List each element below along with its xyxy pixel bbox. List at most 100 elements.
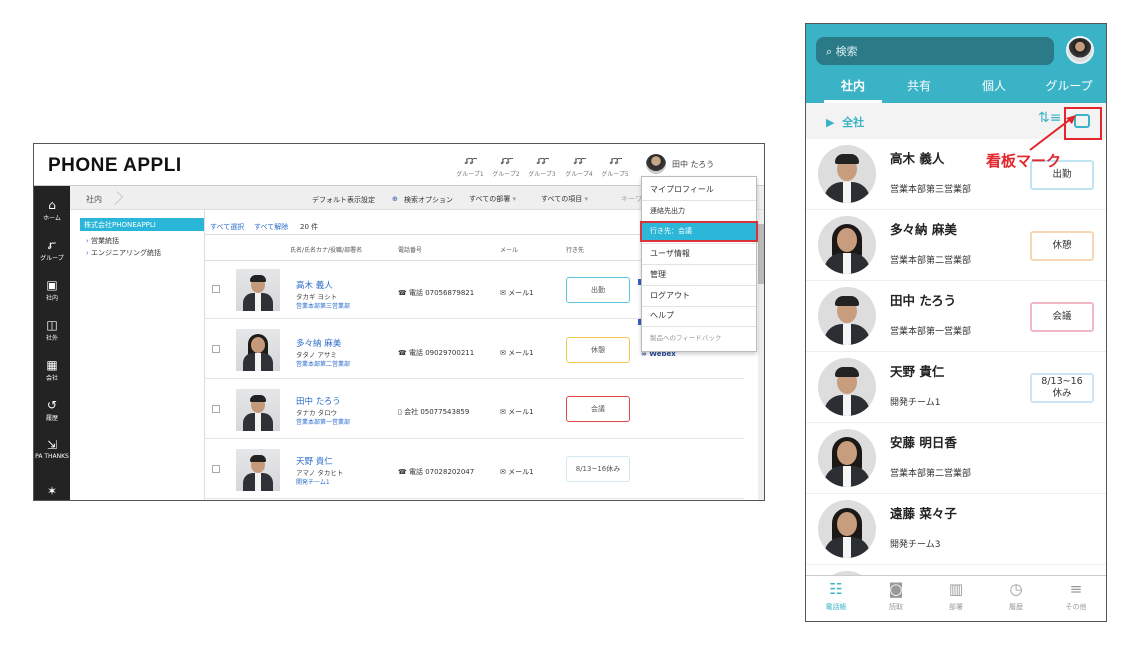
column-header-phone[interactable]: 電話番号	[398, 245, 422, 254]
tab-internal[interactable]: 社内	[823, 77, 883, 94]
tab-shared[interactable]: 共有	[889, 77, 949, 94]
status-badge[interactable]: 出勤	[566, 277, 630, 303]
phone-number[interactable]: ☎ 電話 09029700211	[398, 348, 474, 358]
deselect-all-link[interactable]: すべて解除	[254, 222, 288, 232]
sidebar-item-history[interactable]: ↺ 履歴	[34, 398, 70, 422]
mail-text: メール1	[508, 468, 534, 476]
person-dept[interactable]: 営業本部第一営業部	[296, 417, 350, 426]
scrollbar-thumb[interactable]	[758, 224, 764, 284]
row-checkbox[interactable]	[212, 285, 220, 293]
phone-number[interactable]: ☎ 電話 07056879821	[398, 288, 474, 298]
sidebar-label: グループ	[40, 255, 64, 262]
item-select[interactable]: すべての項目 ▾	[538, 193, 610, 206]
menu-item-export-contacts[interactable]: 連絡先出力	[650, 206, 685, 216]
sidebar-item-group[interactable]: ꭊ グループ	[34, 238, 70, 262]
mail-link[interactable]: ✉ メール1	[500, 467, 534, 477]
group-2-button[interactable]: ꭊꭊ グループ2	[488, 154, 524, 178]
status-badge[interactable]: 会議	[1030, 302, 1094, 332]
list-item[interactable]: 天野 貴仁 開発チーム1 8/13~16 休み	[806, 352, 1106, 423]
select-all-link[interactable]: すべて選択	[210, 222, 244, 232]
group-icon: ꭊꭊ	[609, 154, 623, 167]
sidebar-item-company[interactable]: ▦ 会社	[34, 358, 70, 382]
status-badge[interactable]: 会議	[566, 396, 630, 422]
breadcrumb[interactable]: 社内	[86, 194, 102, 205]
group-5-button[interactable]: ꭊꭊ グループ5	[597, 154, 633, 178]
tree-root-company[interactable]: 株式会社PHONEAPPLI	[80, 218, 204, 231]
phone-number[interactable]: ☎ 電話 07028202047	[398, 467, 474, 477]
tree-node-sales[interactable]: › 営業統括	[86, 236, 119, 246]
sidebar-item-pa-thanks[interactable]: ⇲ PA THANKS	[34, 438, 70, 460]
menu-item-admin[interactable]: 管理	[650, 269, 666, 280]
search-input[interactable]: ⌕ 検索	[816, 37, 1054, 65]
person-name: 田中 たろう	[890, 293, 957, 308]
phone-number[interactable]: ▯ 会社 05077543859	[398, 407, 469, 417]
table-row[interactable]: 田中 たろう タナカ タロウ 営業本部第一営業部 ▯ 会社 0507754385…	[204, 381, 744, 439]
group-3-button[interactable]: ꭊꭊ グループ3	[524, 154, 560, 178]
nav-department[interactable]: ▥ 部署	[926, 580, 986, 612]
mail-icon: ✉	[500, 408, 506, 416]
row-checkbox[interactable]	[212, 465, 220, 473]
sidebar-item-more[interactable]: ✶	[34, 484, 70, 498]
tab-personal[interactable]: 個人	[964, 77, 1024, 94]
person-dept[interactable]: 営業本部第三営業部	[296, 301, 350, 310]
list-item[interactable]: 多々納 麻美 営業本部第二営業部 休憩	[806, 210, 1106, 281]
chevron-right-icon: ›	[86, 249, 89, 257]
menu-item-logout[interactable]: ログアウト	[650, 290, 690, 301]
dept-select[interactable]: すべての部署 ▾	[466, 193, 534, 206]
status-badge[interactable]: 休憩	[1030, 231, 1094, 261]
user-name[interactable]: 田中 たろう	[672, 159, 714, 170]
row-checkbox[interactable]	[212, 345, 220, 353]
org-all-toggle[interactable]: ▶ 全社	[826, 114, 864, 130]
tree-node-engineering[interactable]: › エンジニアリング統括	[86, 248, 161, 258]
triangle-right-icon: ▶	[826, 116, 835, 129]
person-name[interactable]: 高木 義人	[296, 279, 333, 291]
list-item[interactable]: 田中 たろう営業本部第一営業部 会議	[806, 281, 1106, 352]
list-item[interactable]: 遠藤 菜々子 開発チーム3	[806, 494, 1106, 565]
sidebar-label: 会社	[45, 375, 58, 382]
group-1-button[interactable]: ꭊꭊ グループ1	[452, 154, 488, 178]
search-option-icon[interactable]: ⊕	[392, 195, 398, 203]
person-name[interactable]: 多々納 麻美	[296, 337, 341, 349]
status-badge[interactable]: 8/13~16休み	[566, 456, 630, 482]
person-name[interactable]: 田中 たろう	[296, 395, 341, 407]
status-badge[interactable]: 休憩	[566, 337, 630, 363]
mail-link[interactable]: ✉ メール1	[500, 288, 534, 298]
nav-other[interactable]: ≡ その他	[1046, 580, 1106, 612]
default-display-link[interactable]: デフォルト表示設定	[312, 195, 375, 205]
row-checkbox[interactable]	[212, 405, 220, 413]
sidebar-item-external[interactable]: ◫ 社外	[34, 318, 70, 342]
nav-label: 部署	[949, 603, 963, 611]
person-name[interactable]: 天野 貴仁	[296, 455, 333, 467]
avatar	[818, 287, 876, 345]
menu-item-user-info[interactable]: ユーザ情報	[650, 248, 690, 259]
column-header-name[interactable]: 氏名/氏名カナ/役職/部署名	[290, 245, 362, 254]
group-4-button[interactable]: ꭊꭊ グループ4	[561, 154, 597, 178]
menu-item-status-meeting[interactable]: 行き先：会議	[650, 226, 692, 236]
column-header-mail[interactable]: メール	[500, 245, 518, 254]
mail-link[interactable]: ✉ メール1	[500, 407, 534, 417]
menu-item-my-profile[interactable]: マイプロフィール	[650, 184, 714, 195]
column-header-status[interactable]: 行き先	[566, 245, 584, 254]
user-avatar[interactable]	[646, 154, 666, 174]
search-icon: ⌕	[826, 45, 833, 58]
menu-item-feedback[interactable]: 製品へのフィードバック	[650, 332, 721, 342]
person-name: 高木 義人	[890, 151, 945, 166]
search-option-link[interactable]: 検索オプション	[404, 195, 453, 205]
avatar	[818, 145, 876, 203]
sidebar-item-internal[interactable]: ▣ 社内	[34, 278, 70, 302]
nav-scan[interactable]: ◙ 読取	[866, 580, 926, 612]
phone-icon: ☎	[398, 468, 407, 476]
table-row[interactable]: 天野 貴仁 アマノ タカヒト 開発チーム1 ☎ 電話 07028202047 ✉…	[204, 441, 744, 499]
nav-history[interactable]: ◷ 履歴	[986, 580, 1046, 612]
list-item[interactable]: 安藤 明日香 営業本部第二営業部	[806, 423, 1106, 494]
person-dept: 営業本部第一営業部	[890, 327, 972, 337]
sidebar-item-home[interactable]: ⌂ ホーム	[34, 198, 70, 222]
menu-item-help[interactable]: ヘルプ	[650, 310, 674, 321]
person-dept[interactable]: 営業本部第二営業部	[296, 359, 350, 368]
person-dept[interactable]: 開発チーム1	[296, 477, 330, 486]
user-avatar[interactable]	[1066, 36, 1094, 64]
status-badge[interactable]: 8/13~16休み	[1030, 373, 1094, 403]
mail-link[interactable]: ✉ メール1	[500, 348, 534, 358]
tab-group[interactable]: グループ	[1039, 77, 1099, 94]
nav-phonebook[interactable]: ☷ 電話帳	[806, 580, 866, 612]
